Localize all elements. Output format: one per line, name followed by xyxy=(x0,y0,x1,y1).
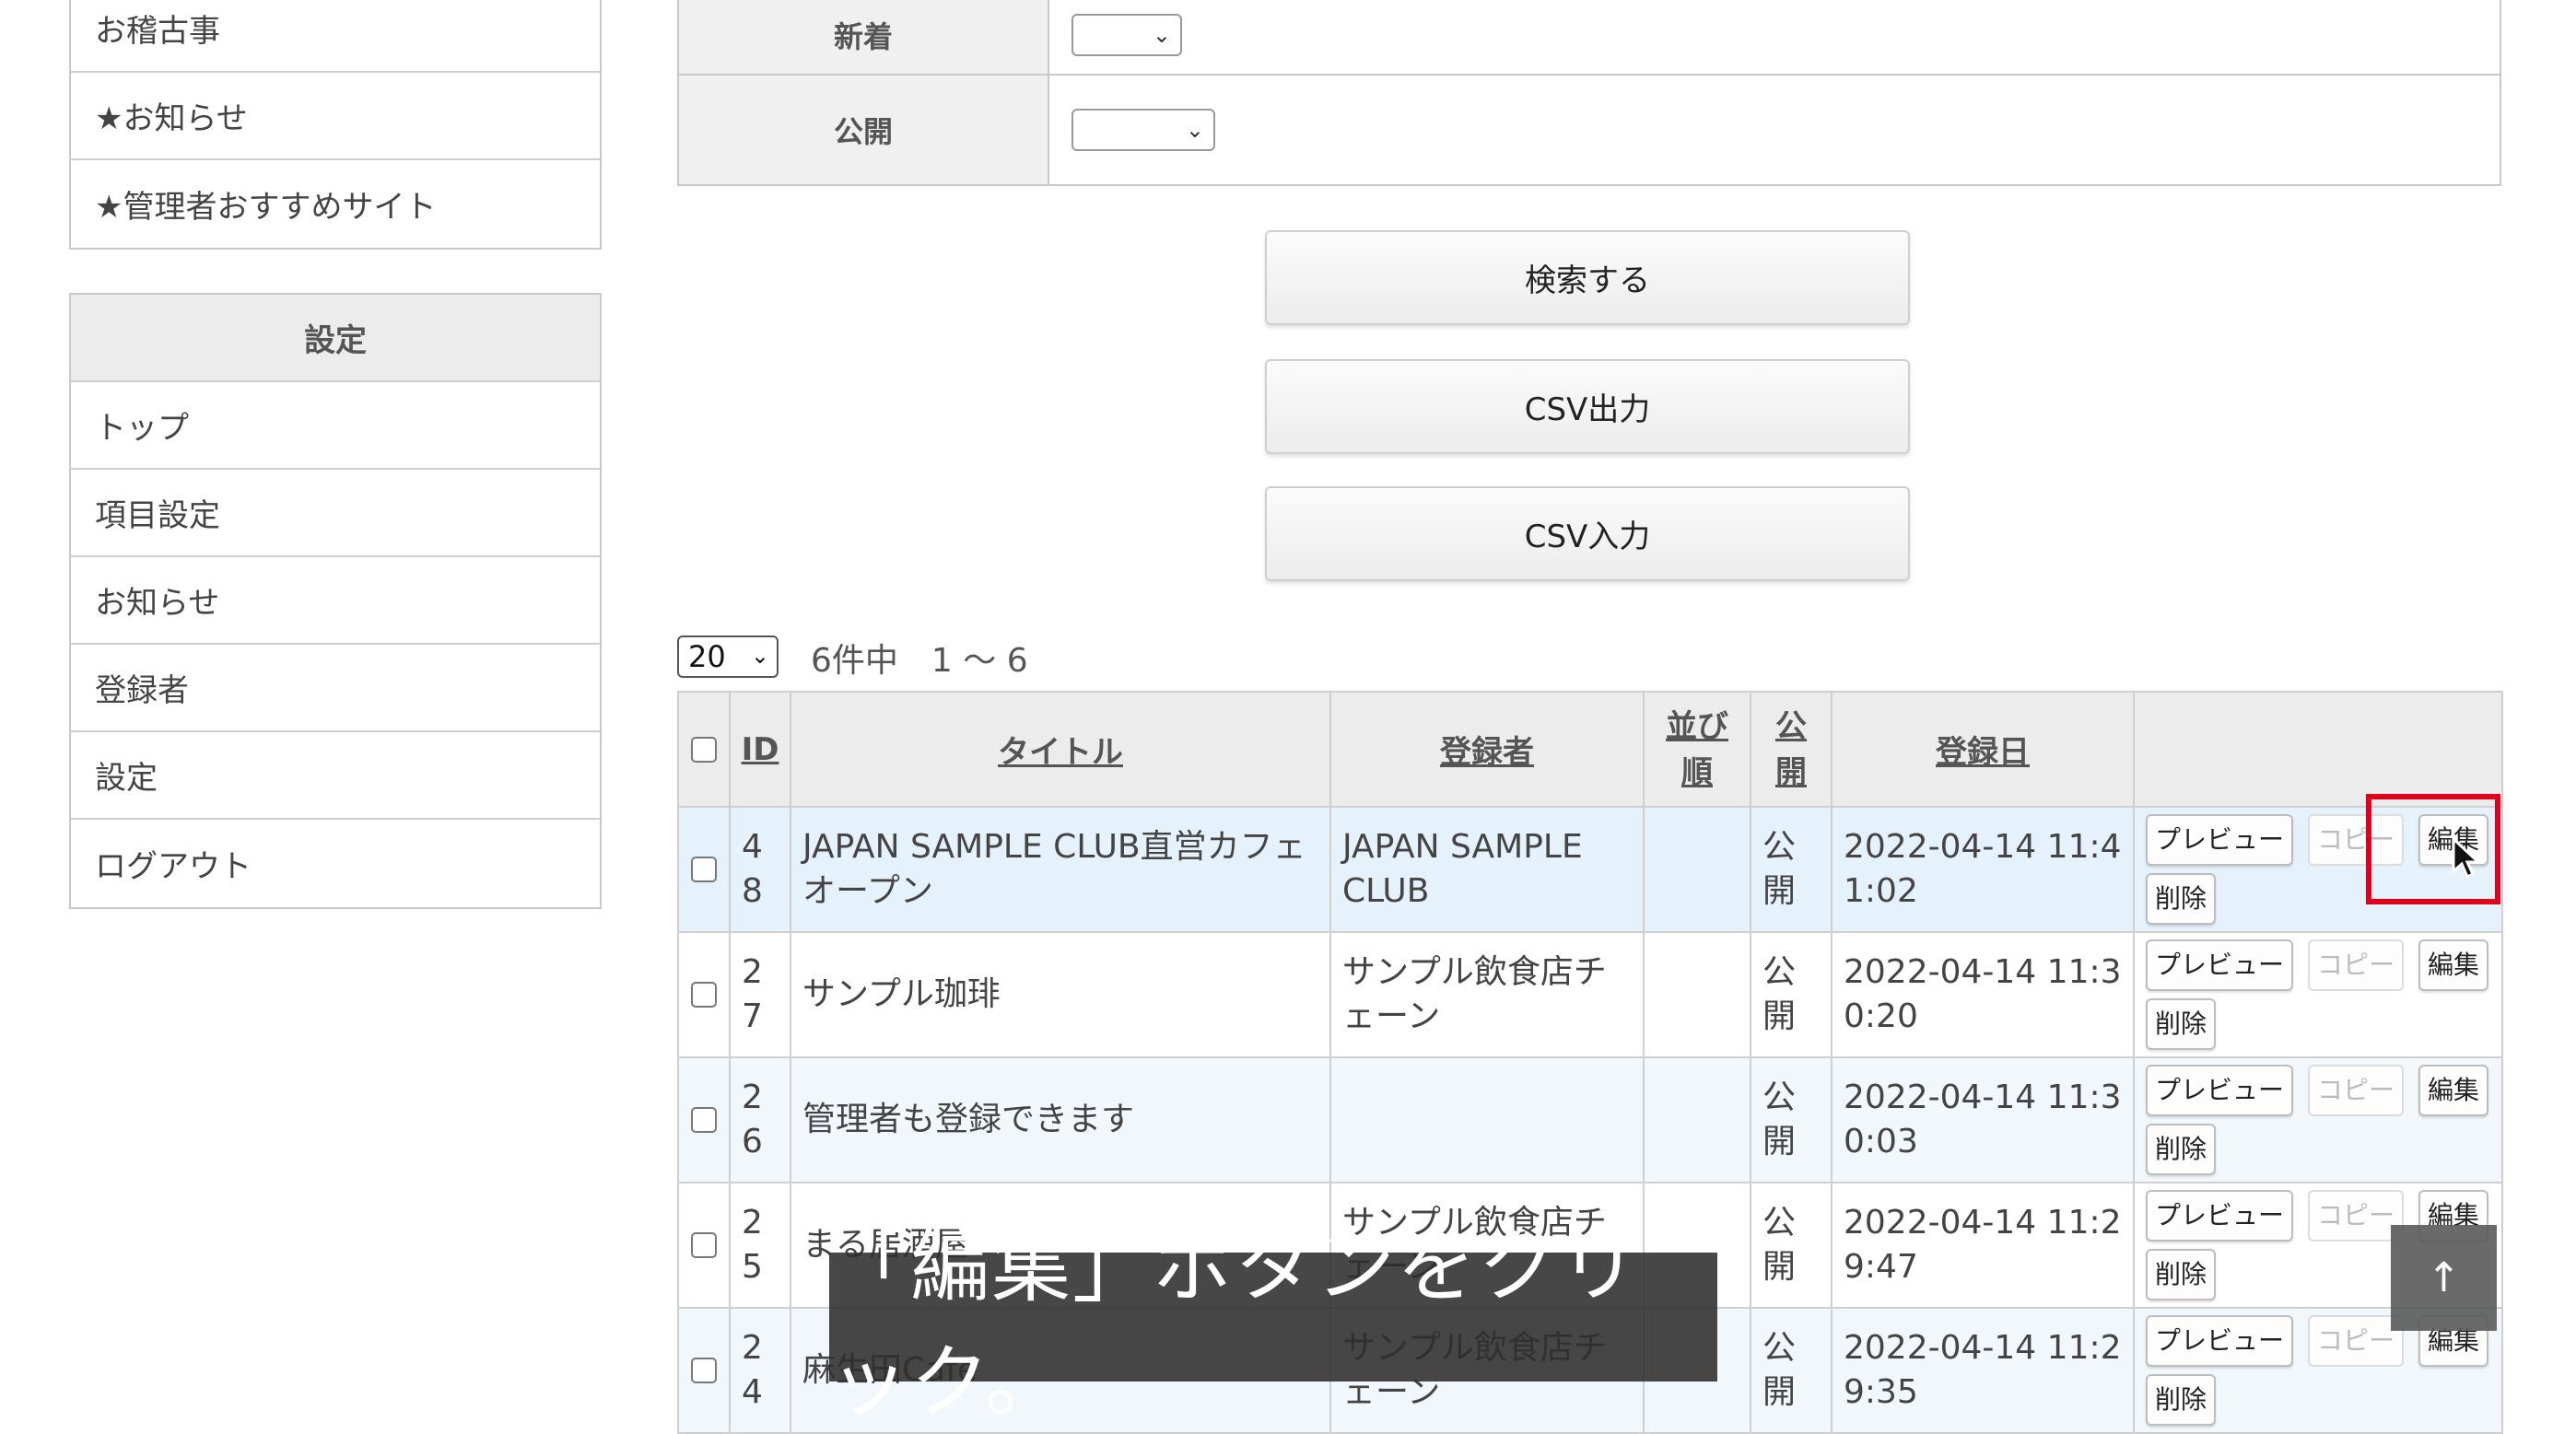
row-public: 公開 xyxy=(1750,1307,1832,1434)
row-checkbox[interactable] xyxy=(691,857,717,882)
sidebar-item-logout[interactable]: ログアウト xyxy=(71,820,600,907)
header-actions xyxy=(2133,691,2503,808)
chevron-down-icon: ⌄ xyxy=(1152,22,1171,48)
sidebar-item-registrants[interactable]: 登録者 xyxy=(71,645,600,732)
back-to-top-button[interactable]: ↑ xyxy=(2391,1225,2497,1331)
row-date: 2022-04-14 11:41:02 xyxy=(1831,806,2135,933)
row-date: 2022-04-14 11:29:47 xyxy=(1831,1182,2135,1309)
row-checkbox-cell xyxy=(677,1056,731,1183)
copy-button: コピー xyxy=(2308,1065,2405,1116)
row-date: 2022-04-14 11:30:20 xyxy=(1831,931,2135,1058)
new-cell: ⌄ xyxy=(1049,0,2500,74)
header-public[interactable]: 公開 xyxy=(1750,691,1832,808)
sidebar-item-admin-sites[interactable]: ★管理者おすすめサイト xyxy=(71,160,600,248)
chevron-down-icon: ⌄ xyxy=(750,643,769,669)
row-order xyxy=(1643,1056,1751,1183)
row-checkbox[interactable] xyxy=(691,982,717,1008)
delete-button[interactable]: 削除 xyxy=(2146,873,2217,925)
header-registrant[interactable]: 登録者 xyxy=(1329,691,1645,808)
row-title: サンプル珈琲 xyxy=(790,931,1331,1058)
table-header-row: ID タイトル 登録者 並び順 公開 登録日 xyxy=(677,691,2503,808)
row-registrant xyxy=(1329,1056,1645,1183)
row-checkbox[interactable] xyxy=(691,1358,717,1383)
csv-import-button[interactable]: CSV入力 xyxy=(1265,486,1910,581)
row-actions: プレビュー コピー 編集 削除 xyxy=(2133,931,2503,1058)
row-checkbox[interactable] xyxy=(691,1232,717,1258)
new-label: 新着 xyxy=(679,0,1049,74)
form-row-public: 公開 ⌄ xyxy=(679,76,2500,184)
table-row: 26 管理者も登録できます 公開 2022-04-14 11:30:03 プレビ… xyxy=(677,1056,2503,1183)
sidebar-item-top[interactable]: トップ xyxy=(71,382,600,470)
public-label: 公開 xyxy=(679,76,1049,184)
csv-export-button[interactable]: CSV出力 xyxy=(1265,359,1910,454)
public-cell: ⌄ xyxy=(1049,76,2500,184)
preview-button[interactable]: プレビュー xyxy=(2146,1065,2294,1116)
row-date: 2022-04-14 11:30:03 xyxy=(1831,1056,2135,1183)
row-checkbox-cell xyxy=(677,1182,731,1309)
row-id: 26 xyxy=(729,1056,791,1183)
row-checkbox-cell xyxy=(677,806,731,933)
header-title[interactable]: タイトル xyxy=(790,691,1331,808)
row-order xyxy=(1643,931,1751,1058)
row-public: 公開 xyxy=(1750,1182,1832,1309)
table-row: 48 JAPAN SAMPLE CLUB直営カフェオープン JAPAN SAMP… xyxy=(677,806,2503,933)
edit-button[interactable]: 編集 xyxy=(2418,939,2489,991)
sidebar-item-field-settings[interactable]: 項目設定 xyxy=(71,470,600,557)
row-id: 48 xyxy=(729,806,791,933)
copy-button: コピー xyxy=(2308,939,2405,991)
row-title: JAPAN SAMPLE CLUB直営カフェオープン xyxy=(790,806,1331,933)
row-checkbox-cell xyxy=(677,1307,731,1434)
select-all-cell xyxy=(677,691,731,808)
row-public: 公開 xyxy=(1750,806,1832,933)
new-select[interactable]: ⌄ xyxy=(1071,14,1182,56)
sidebar-item-settings[interactable]: 設定 xyxy=(71,732,600,820)
select-all-checkbox[interactable] xyxy=(691,736,717,763)
row-actions: プレビュー コピー 編集 削除 xyxy=(2133,1056,2503,1183)
row-id: 24 xyxy=(729,1307,791,1434)
chevron-down-icon: ⌄ xyxy=(1185,117,1204,143)
delete-button[interactable]: 削除 xyxy=(2146,1374,2217,1426)
preview-button[interactable]: プレビュー xyxy=(2146,1190,2294,1242)
sidebar-settings-header: 設定 xyxy=(71,295,600,382)
delete-button[interactable]: 削除 xyxy=(2146,1124,2217,1175)
header-order[interactable]: 並び順 xyxy=(1643,691,1751,808)
table-row: 27 サンプル珈琲 サンプル飲食店チェーン 公開 2022-04-14 11:3… xyxy=(677,931,2503,1058)
row-public: 公開 xyxy=(1750,1056,1832,1183)
row-date: 2022-04-14 11:29:35 xyxy=(1831,1307,2135,1434)
per-page-value: 20 xyxy=(688,639,726,674)
tutorial-caption: 「編集」ボタンをクリック。 xyxy=(829,1221,1717,1428)
sidebar-menu-top: お稽古事 ★お知らせ ★管理者おすすめサイト xyxy=(69,0,602,250)
sidebar-menu-settings: 設定 トップ 項目設定 お知らせ 登録者 設定 ログアウト xyxy=(69,293,602,909)
mouse-cursor-icon xyxy=(2452,836,2482,880)
row-public: 公開 xyxy=(1750,931,1832,1058)
row-id: 25 xyxy=(729,1182,791,1309)
delete-button[interactable]: 削除 xyxy=(2146,998,2217,1050)
search-form: 新着 ⌄ 公開 ⌄ xyxy=(677,0,2501,186)
per-page-select[interactable]: 20 ⌄ xyxy=(677,635,779,678)
sidebar-item-okeiko[interactable]: お稽古事 xyxy=(71,0,600,73)
public-select[interactable]: ⌄ xyxy=(1071,109,1215,151)
header-date[interactable]: 登録日 xyxy=(1831,691,2135,808)
row-registrant: サンプル飲食店チェーン xyxy=(1329,931,1645,1058)
header-id[interactable]: ID xyxy=(729,691,791,808)
form-row-new: 新着 ⌄ xyxy=(679,0,2500,76)
copy-button: コピー xyxy=(2308,1315,2405,1367)
sidebar-item-notices[interactable]: お知らせ xyxy=(71,557,600,645)
sidebar-item-news[interactable]: ★お知らせ xyxy=(71,73,600,160)
row-registrant: JAPAN SAMPLE CLUB xyxy=(1329,806,1645,933)
delete-button[interactable]: 削除 xyxy=(2146,1249,2217,1300)
copy-button: コピー xyxy=(2308,1190,2405,1242)
result-count: 6件中 1 〜 6 xyxy=(811,642,1028,680)
edit-button[interactable]: 編集 xyxy=(2418,1065,2489,1116)
preview-button[interactable]: プレビュー xyxy=(2146,1315,2294,1367)
search-button[interactable]: 検索する xyxy=(1265,230,1910,325)
row-title: 管理者も登録できます xyxy=(790,1056,1331,1183)
preview-button[interactable]: プレビュー xyxy=(2146,814,2294,866)
row-checkbox[interactable] xyxy=(691,1107,717,1133)
row-id: 27 xyxy=(729,931,791,1058)
row-checkbox-cell xyxy=(677,931,731,1058)
preview-button[interactable]: プレビュー xyxy=(2146,939,2294,991)
row-order xyxy=(1643,806,1751,933)
